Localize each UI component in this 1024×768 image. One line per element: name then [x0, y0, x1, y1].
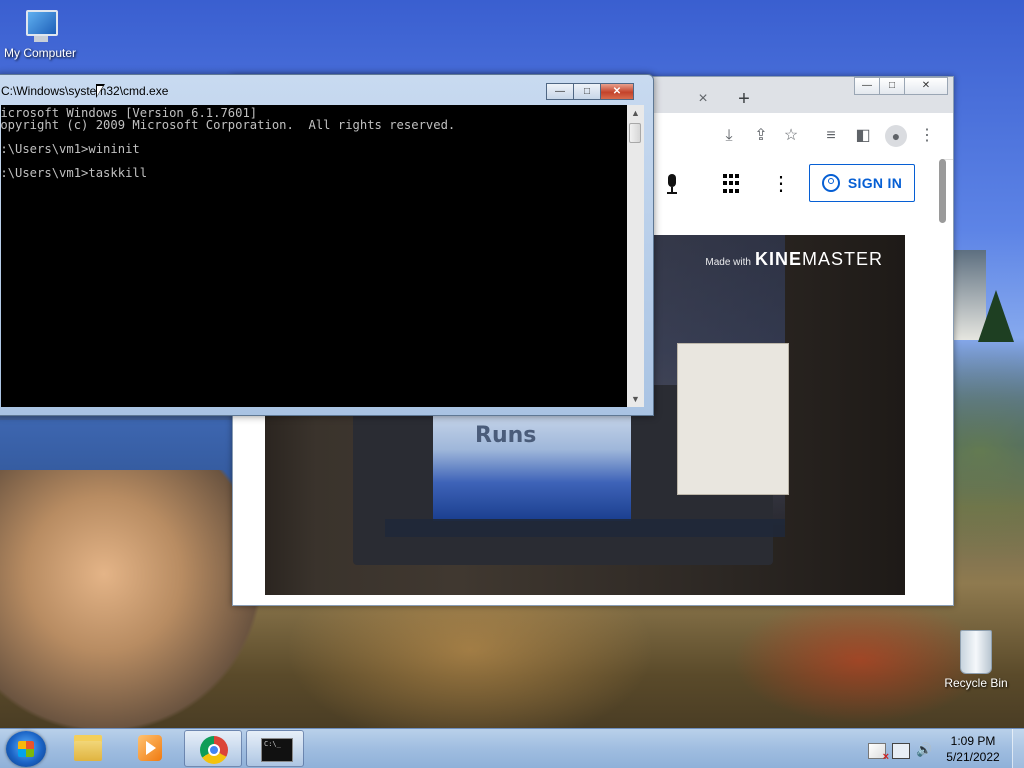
volume-icon[interactable]: 🔊 — [916, 743, 932, 757]
console-line: C:\Users\vm1>wininit — [1, 142, 140, 156]
console-line: C:\Users\vm1>taskkill — [1, 166, 148, 180]
profile-icon: ● — [885, 125, 907, 147]
cmd-window: C:\Windows\system32\cmd.exe — □ ✕ Micros… — [0, 74, 654, 416]
chrome-window-controls: — □ ✕ — [854, 77, 948, 95]
cmd-maximize-button[interactable]: □ — [573, 83, 601, 100]
cmd-scrollbar-thumb[interactable] — [629, 123, 641, 143]
download-icon[interactable]: ⤓ — [719, 126, 739, 146]
clock[interactable]: 1:09 PM 5/21/2022 — [940, 733, 1006, 765]
chrome-minimize-button[interactable]: — — [854, 77, 880, 95]
computer-icon — [20, 8, 60, 44]
settings-more-icon[interactable]: ⋮ — [771, 173, 791, 195]
chrome-close-button[interactable]: ✕ — [904, 77, 948, 95]
recycle-bin-desktop-icon[interactable]: Recycle Bin — [940, 630, 1012, 690]
video-frame-taskbar — [385, 519, 785, 537]
chrome-icon — [200, 736, 228, 764]
network-icon[interactable] — [892, 743, 910, 759]
recycle-bin-label: Recycle Bin — [944, 676, 1008, 690]
taskbar-chrome-button[interactable] — [184, 730, 242, 767]
show-desktop-button[interactable] — [1012, 729, 1024, 768]
taskbar-explorer-button[interactable] — [60, 730, 118, 767]
chrome-maximize-button[interactable]: □ — [879, 77, 905, 95]
page-scrollbar[interactable] — [937, 159, 947, 599]
cmd-console[interactable]: Microsoft Windows [Version 6.1.7601] Cop… — [1, 105, 627, 407]
mouse-pointer-icon — [96, 84, 105, 98]
cmd-window-controls: — □ ✕ — [546, 83, 634, 100]
scroll-down-arrow-icon[interactable]: ▼ — [627, 391, 644, 407]
account-circle-icon — [821, 174, 840, 192]
wallpaper-rocks — [0, 470, 260, 730]
taskbar: 🔊 1:09 PM 5/21/2022 — [0, 728, 1024, 768]
clock-date: 5/21/2022 — [946, 750, 1000, 764]
media-player-icon — [138, 735, 162, 761]
my-computer-desktop-icon[interactable]: My Computer — [0, 8, 80, 60]
action-center-flag-icon[interactable] — [868, 743, 889, 763]
new-tab-button[interactable]: + — [733, 89, 755, 111]
more-menu-icon[interactable]: ⋮ — [917, 126, 937, 146]
kinemaster-watermark: Made with KINEMASTER — [705, 249, 883, 270]
scroll-up-arrow-icon[interactable]: ▲ — [627, 105, 644, 121]
taskbar-cmd-button[interactable] — [246, 730, 304, 767]
page-scrollbar-thumb[interactable] — [939, 159, 946, 223]
bookmark-star-icon[interactable]: ☆ — [781, 126, 801, 146]
cmd-window-title: C:\Windows\system32\cmd.exe — [1, 84, 169, 98]
side-panel-icon[interactable]: ◧ — [853, 126, 873, 146]
media-queue-icon[interactable]: ≡ — [821, 126, 841, 146]
microphone-icon[interactable] — [661, 173, 683, 195]
recycle-bin-icon — [960, 630, 992, 674]
watermark-brand-bold: KINE — [754, 249, 802, 269]
watermark-brand-light: MASTER — [801, 249, 883, 269]
share-icon[interactable]: ⇪ — [751, 126, 771, 146]
apps-grid-icon[interactable] — [723, 174, 743, 194]
sign-in-label: SIGN IN — [847, 175, 903, 191]
start-button[interactable] — [6, 731, 46, 767]
my-computer-label: My Computer — [3, 46, 77, 60]
folder-icon — [74, 735, 102, 761]
tab-close-icon[interactable]: × — [695, 91, 711, 107]
cmd-close-button[interactable]: ✕ — [600, 83, 634, 100]
taskbar-media-player-button[interactable] — [122, 730, 180, 767]
sign-in-button[interactable]: SIGN IN — [809, 164, 915, 202]
cmd-minimize-button[interactable]: — — [546, 83, 574, 100]
system-tray: 🔊 — [864, 739, 944, 763]
profile-button[interactable]: ● — [885, 125, 907, 147]
desktop: My Computer Recycle Bin × + — □ ✕ ⤓ ⇪ ☆ … — [0, 0, 1024, 768]
windows-logo-icon — [18, 741, 34, 757]
watermark-made-with: Made with — [705, 257, 751, 268]
video-frame-dialog — [677, 343, 789, 495]
cmd-scrollbar[interactable]: ▲ ▼ — [627, 105, 644, 407]
clock-time: 1:09 PM — [950, 734, 996, 748]
console-line: Copyright (c) 2009 Microsoft Corporation… — [1, 118, 456, 132]
command-prompt-icon — [261, 738, 293, 762]
video-screen-text: Runs — [475, 423, 537, 448]
watermark-brand: KINEMASTER — [755, 249, 883, 270]
wallpaper-tree — [978, 290, 1014, 342]
